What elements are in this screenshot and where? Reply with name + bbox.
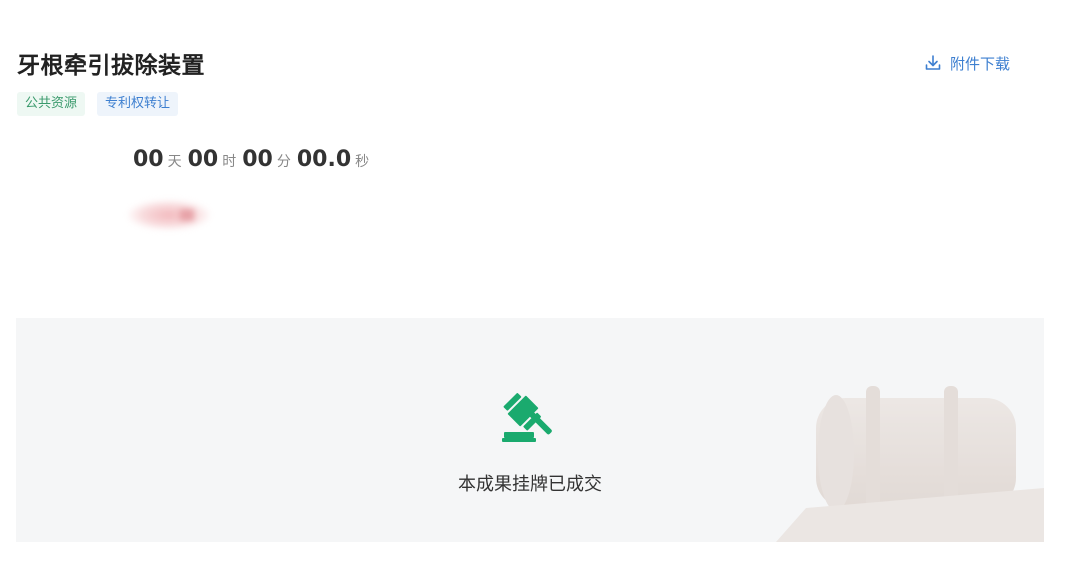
countdown-days: 00 (133, 147, 164, 172)
tag-patent-transfer: 专利权转让 (97, 92, 179, 116)
countdown-hours: 00 (187, 147, 219, 172)
countdown-days-unit: 天 (167, 154, 182, 170)
page-title: 牙根牵引拔除装置 (17, 53, 205, 79)
download-label: 附件下载 (950, 54, 1011, 73)
countdown-seconds: 00.0 (296, 147, 352, 172)
deal-status-text: 本成果挂牌已成交 (458, 474, 602, 495)
download-icon (924, 54, 942, 72)
attachment-download-button[interactable]: 附件下载 (924, 52, 1010, 74)
countdown-minutes-unit: 分 (276, 154, 291, 170)
countdown-timer: 00 天 00 时 00 分 00.0 秒 (133, 147, 371, 172)
tag-list: 公共资源 专利权转让 (17, 92, 179, 116)
background-gavel-image (776, 386, 1044, 542)
deal-status-panel: 本成果挂牌已成交 (16, 318, 1044, 542)
countdown-hours-unit: 时 (222, 154, 237, 170)
redacted-price (128, 200, 210, 230)
countdown-minutes: 00 (242, 147, 273, 172)
countdown-seconds-unit: 秒 (355, 154, 370, 170)
gavel-icon (502, 393, 552, 442)
tag-public-resource: 公共资源 (17, 92, 86, 116)
